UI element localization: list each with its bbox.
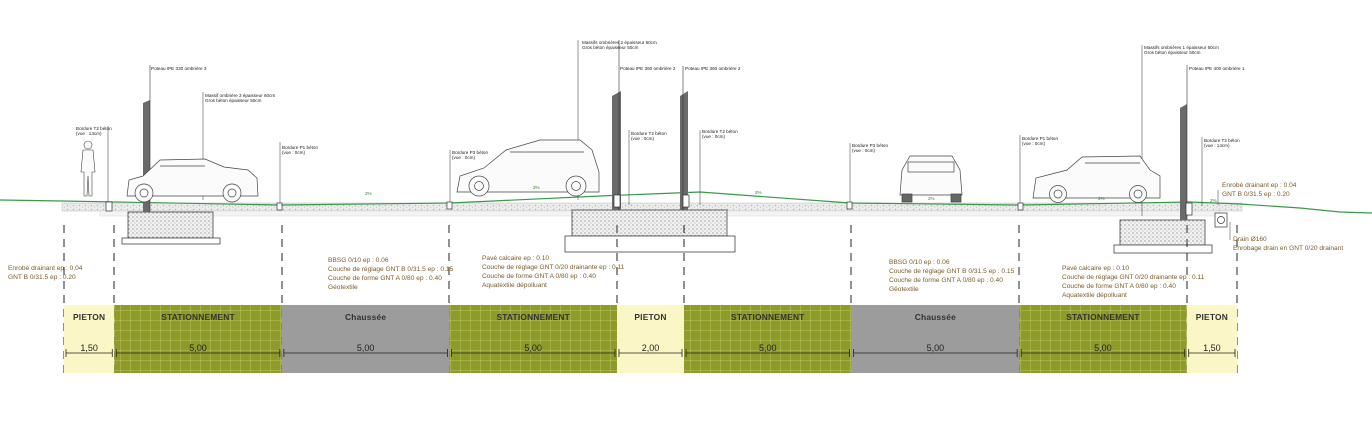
- band-width-1: 1,50: [80, 343, 98, 353]
- spec-line: Géotextile: [328, 283, 358, 291]
- band-name-stationnement-1: STATIONNEMENT: [161, 312, 235, 322]
- spec-drain: Drain Ø160 Enrobage drain en GNT 0/20 dr…: [1233, 236, 1343, 254]
- band-width-3: 5,00: [356, 343, 375, 353]
- pedestrian-icon: [80, 140, 96, 197]
- band-width-4: 5,00: [524, 343, 542, 353]
- band-name-chaussee-1: Chaussée: [345, 312, 387, 322]
- callout-line: (vue : 0cm): [282, 150, 305, 156]
- band-name-stationnement-4: STATIONNEMENT: [1066, 312, 1140, 322]
- callout-bordure-t2-right: Bordure T2 béton (vue : 14cm): [1204, 138, 1240, 149]
- callout-bordure-t2-left: Bordure T2 béton (vue : 14cm): [76, 126, 112, 137]
- band-width-5: 2,00: [641, 343, 660, 353]
- callout-line: Gros béton épaisseur 50cm: [205, 98, 262, 104]
- band-name-pieton-3: PIETON: [1195, 312, 1228, 322]
- spec-line: BBSG 0/10 ep : 0.06: [328, 257, 389, 264]
- foundation-center: [564, 209, 736, 253]
- spec-bbsg-2: BBSG 0/10 ep : 0.06 Couche de réglage GN…: [889, 259, 1014, 295]
- foundation-left: [121, 211, 221, 245]
- callout-post-2a: Poteau IPE 360 ombrière 2: [620, 66, 675, 71]
- cross-section-drawing: [0, 40, 1372, 375]
- spec-line: Couche de forme GNT A 0/80 ep : 0.40: [889, 276, 1003, 284]
- callout-line: (vue : 0cm): [631, 136, 654, 142]
- band-name-chaussee-2: Chaussée: [914, 312, 956, 322]
- callout-line: Gros béton épaisseur 50cm: [582, 45, 639, 51]
- spec-line: Enrobé drainant ep : 0.04: [1222, 182, 1297, 189]
- slope-1: 2%: [365, 191, 372, 196]
- spec-line: Pavé calcaire ep : 0.10: [1062, 265, 1130, 272]
- callout-bordure-p1-a: Bordure P1 béton (vue : 0cm): [282, 145, 318, 156]
- spec-pave-2: Pavé calcaire ep : 0.10 Couche de réglag…: [1062, 265, 1204, 301]
- spec-line: Couche de forme GNT A 0/80 ep : 0.40: [482, 272, 596, 280]
- spec-line: Drain Ø160: [1233, 236, 1267, 243]
- spec-line: Enrobé drainant ep : 0.04: [8, 265, 83, 272]
- band-name-pieton-2: PIETON: [634, 312, 667, 322]
- callout-line: (vue : 0cm): [1022, 141, 1045, 147]
- spec-left-edge: Enrobé drainant ep : 0.04 GNT B 0/31.5 e…: [8, 265, 82, 283]
- spec-line: GNT B 0/31.5 ep : 0.20: [1222, 190, 1290, 198]
- band-width-2: 5,00: [189, 343, 207, 353]
- spec-pave-1: Pavé calcaire ep : 0.10 Couche de réglag…: [482, 255, 624, 291]
- callout-post-1: Poteau IPE 330 ombrière 3: [151, 66, 206, 71]
- callout-massif-3: Massifs ombrières 1 épaisseur 60cm Gros …: [1144, 45, 1219, 56]
- callout-post-2b: Poteau IPE 360 ombrière 2: [685, 66, 740, 71]
- callout-massif-2: Massifs ombrières 2 épaisseur 60cm Gros …: [582, 40, 657, 51]
- spec-line: Couche de réglage GNT B 0/31.5 ep : 0.15: [328, 265, 454, 273]
- callout-bordure-p3-a: Bordure P3 béton (vue : 0cm): [452, 150, 488, 161]
- spec-right-top: Enrobé drainant ep : 0.04 GNT B 0/31.5 e…: [1222, 182, 1296, 200]
- band-width-8: 5,00: [1094, 343, 1112, 353]
- callout-line: Poteau IPE 360 ombrière 2: [685, 66, 741, 71]
- spec-line: Pavé calcaire ep : 0.10: [482, 255, 550, 262]
- callout-bordure-t2-a: Bordure T2 béton (vue : 0cm): [631, 131, 667, 142]
- spec-line: Couche de réglage GNT 0/20 drainante ep …: [482, 263, 625, 271]
- band-width-6: 5,00: [759, 343, 777, 353]
- spec-line: GNT B 0/31.5 ep : 0.20: [8, 273, 76, 281]
- callout-line: (vue : 14cm): [1204, 143, 1230, 149]
- car-right-icon: [1032, 155, 1161, 203]
- slope-2: 2%: [533, 185, 540, 190]
- spec-line: Couche de réglage GNT 0/20 drainante ep …: [1062, 273, 1205, 281]
- band-name-stationnement-2: STATIONNEMENT: [496, 312, 570, 322]
- callout-post-3: Poteau IPE 400 ombrière 1: [1189, 66, 1244, 71]
- band-width-9: 1,50: [1203, 343, 1221, 353]
- post-center-b: [680, 66, 688, 210]
- callout-line: (vue : 0cm): [452, 155, 475, 161]
- callout-bordure-p1-b: Bordure P1 béton (vue : 0cm): [1022, 136, 1058, 147]
- band-width-7: 5,00: [926, 343, 945, 353]
- spec-line: Couche de forme GNT A 0/80 ep : 0.40: [328, 274, 442, 282]
- spec-line: Aquatextile dépolluant: [482, 281, 547, 289]
- callout-line: Poteau IPE 330 ombrière 3: [151, 66, 207, 71]
- spec-line: Enrobage drain en GNT 0/20 drainant: [1233, 244, 1344, 252]
- callout-line: Poteau IPE 400 ombrière 1: [1189, 66, 1245, 71]
- callout-line: (vue : 14cm): [76, 131, 102, 137]
- slope-3: 2%: [755, 190, 762, 195]
- callout-bordure-p3-b: Bordure P3 béton (vue : 0cm): [852, 143, 888, 154]
- spec-line: Géotextile: [889, 285, 919, 293]
- car-center-icon: [456, 139, 600, 197]
- spec-bbsg-1: BBSG 0/10 ep : 0.06 Couche de réglage GN…: [328, 257, 453, 293]
- callout-line: (vue : 0cm): [702, 134, 725, 140]
- callout-line: (vue : 0cm): [852, 148, 875, 154]
- post-right: [1180, 65, 1188, 220]
- spec-line: Couche de réglage GNT B 0/31.5 ep : 0.15: [889, 267, 1015, 275]
- spec-line: Couche de forme GNT A 0/80 ep : 0.40: [1062, 282, 1176, 290]
- slope-6: 2%: [1210, 198, 1217, 203]
- band-name-pieton-1: PIETON: [73, 312, 106, 322]
- callout-bordure-t2-b: Bordure T2 béton (vue : 0cm): [702, 129, 738, 140]
- slope-5: 2%: [1098, 196, 1105, 201]
- band-name-stationnement-3: STATIONNEMENT: [731, 312, 805, 322]
- callout-massif-1: Massif ombrière 3 épaisseur 60cm Gros bé…: [205, 93, 275, 104]
- spec-line: BBSG 0/10 ep : 0.06: [889, 259, 950, 266]
- callout-line: Gros béton épaisseur 50cm: [1144, 50, 1201, 56]
- foundation-right: [1113, 219, 1213, 254]
- callout-line: Poteau IPE 360 ombrière 2: [620, 66, 676, 71]
- spec-line: Aquatextile dépolluant: [1062, 291, 1127, 299]
- slope-4: 2%: [928, 196, 935, 201]
